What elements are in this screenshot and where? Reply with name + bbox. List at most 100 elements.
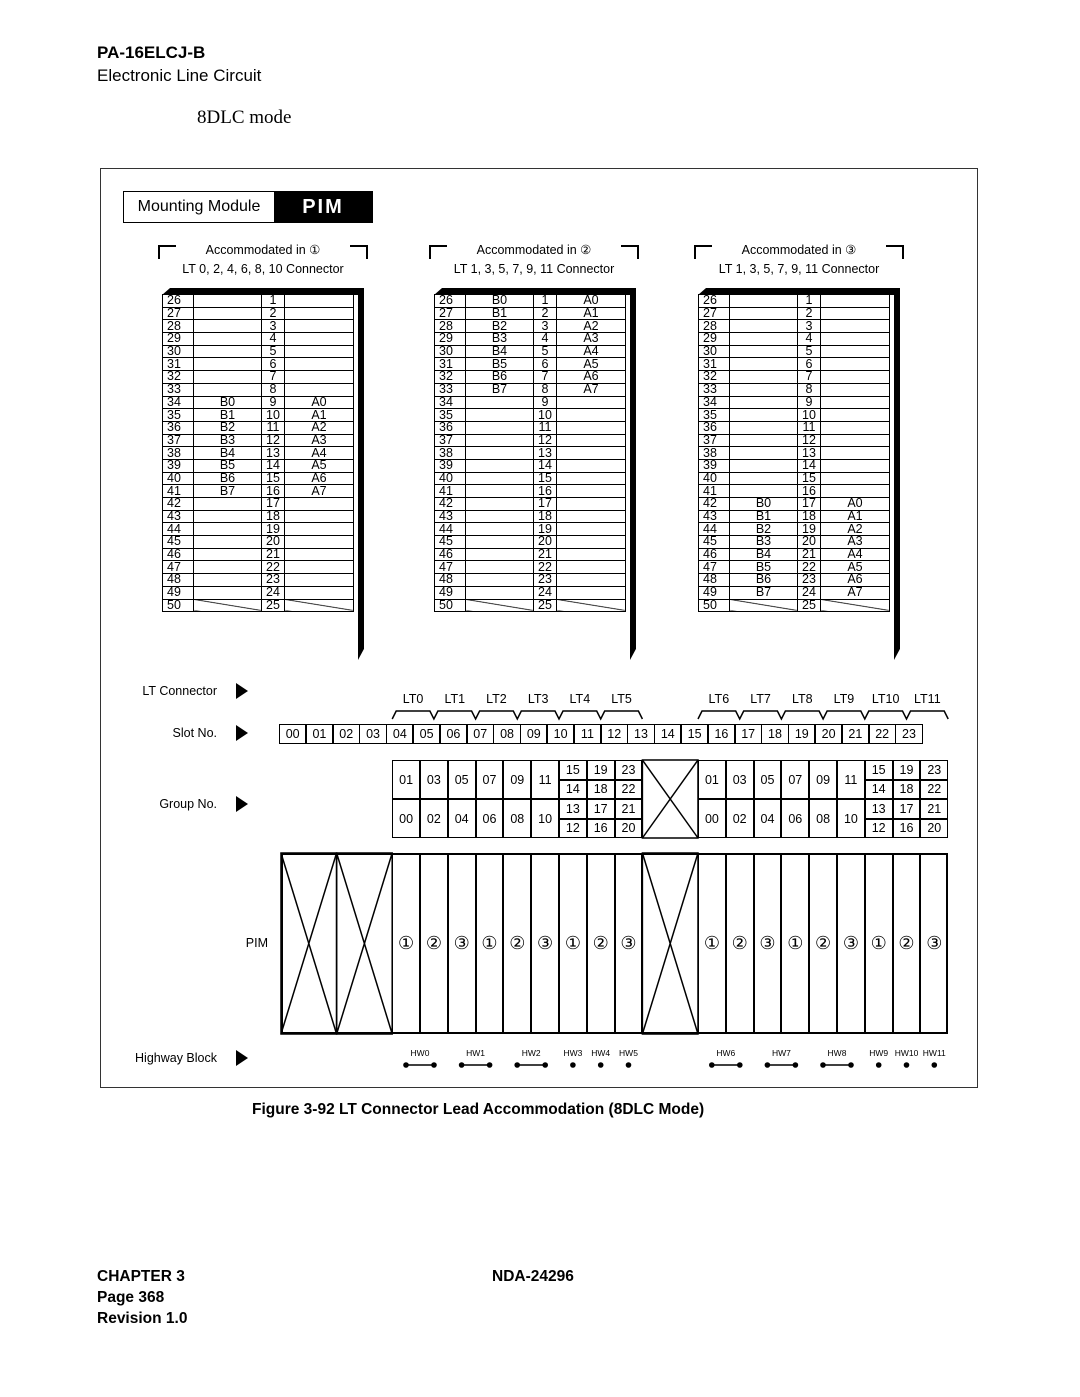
footer-page: Page 368 <box>97 1289 165 1306</box>
group-cell: 07 <box>781 760 810 799</box>
group-cell: 21 <box>920 799 949 819</box>
lt-connector-label: LT1 <box>444 692 466 706</box>
group-cell: 05 <box>753 760 782 799</box>
pim-slot-marker: ③ <box>837 853 865 1034</box>
group-cell: 23 <box>920 760 949 780</box>
footer-doc-number: NDA-24296 <box>492 1268 574 1285</box>
group-cell: 10 <box>837 799 865 838</box>
group-cell: 15 <box>558 760 587 780</box>
group-block: 01 00 03 02 05 04 07 06 09 08 11 10 15 19 23 14 18 22 13 17… <box>392 760 643 838</box>
lt-connector-label: LT3 <box>527 692 549 706</box>
lt-connector-label: LT5 <box>611 692 632 706</box>
group-cell: 02 <box>725 799 754 838</box>
slot-cell: 17 <box>734 724 763 744</box>
pim-slot-marker: ③ <box>753 853 782 1034</box>
pim-slot-marker: ③ <box>920 853 949 1034</box>
group-cell: 06 <box>781 799 810 838</box>
slot-cell: 22 <box>868 724 897 744</box>
group-cell: 22 <box>920 779 949 799</box>
group-cell: 14 <box>558 779 587 799</box>
group-cell: 08 <box>809 799 837 838</box>
slot-cell: 11 <box>573 724 602 744</box>
lt-bracket <box>697 710 949 721</box>
slot-cell: 23 <box>894 724 924 744</box>
slot-cell: 19 <box>787 724 816 744</box>
group-cell: 10 <box>531 799 559 838</box>
slot-cell: 05 <box>412 724 441 744</box>
slot-cell: 01 <box>305 724 334 744</box>
group-cell: 14 <box>864 779 893 799</box>
footer-revision: Revision 1.0 <box>97 1310 188 1327</box>
slot-cell: 14 <box>653 724 682 744</box>
highway-block-row-label: Highway Block <box>135 1051 217 1065</box>
slot-cell: 00 <box>278 724 307 744</box>
slot-cell: 03 <box>358 724 388 744</box>
group-cell: 08 <box>503 799 532 838</box>
slot-cell: 10 <box>546 724 575 744</box>
group-cell: 06 <box>475 799 504 838</box>
slot-cell: 06 <box>439 724 468 744</box>
slot-cell: 02 <box>332 724 361 744</box>
pim-slot-marker: ② <box>503 853 532 1034</box>
pim-slot-marker: ② <box>725 853 754 1034</box>
pim-slot-marker: ③ <box>447 853 476 1034</box>
pim-slot-marker: ② <box>809 853 837 1034</box>
slot-cell: 09 <box>519 724 548 744</box>
highway-label: HW11 <box>922 1048 946 1058</box>
lt-connector-label: LT10 <box>871 692 900 706</box>
slot-number-row: 00 01 02 03 04 05 06 07 08 09 10 11 12 13 14 15 16 17 18 19… <box>278 724 924 744</box>
group-cell: 18 <box>586 779 615 799</box>
pim-slot-marker: ② <box>586 853 615 1034</box>
lt-bracket <box>391 710 644 721</box>
slot-cell: 15 <box>680 724 709 744</box>
group-cell: 13 <box>864 799 893 819</box>
group-cell: 19 <box>586 760 615 780</box>
highway-label: HW7 <box>771 1048 791 1058</box>
slot-cell: 13 <box>626 724 656 744</box>
group-cell: 01 <box>392 760 420 799</box>
slot-cell: 21 <box>841 724 870 744</box>
figure-caption: Figure 3-92 LT Connector Lead Accommodat… <box>252 1101 705 1118</box>
group-cell: 20 <box>920 818 949 838</box>
lt-connector-label: LT0 <box>402 692 424 706</box>
slot-cell: 16 <box>707 724 736 744</box>
group-cell: 12 <box>864 818 893 838</box>
group-cell: 11 <box>837 760 865 799</box>
group-cell: 03 <box>725 760 754 799</box>
group-cell: 04 <box>447 799 476 838</box>
group-cell: 12 <box>558 818 587 838</box>
group-cell: 09 <box>809 760 837 799</box>
pim-slot-marker: ① <box>392 853 420 1034</box>
highway-label: HW1 <box>466 1048 486 1058</box>
group-cell: 04 <box>753 799 782 838</box>
lt-connector-label: LT2 <box>486 692 507 706</box>
group-cell: 02 <box>419 799 448 838</box>
lt-connector-brackets <box>391 710 949 721</box>
group-cell: 00 <box>392 799 420 838</box>
arrow-right-icon <box>236 1050 248 1066</box>
group-block: 01 00 03 02 05 04 07 06 09 08 11 10 15 19 23 14 18 22 13 17… <box>698 760 949 838</box>
slot-cell: 07 <box>466 724 495 744</box>
group-cell: 16 <box>892 818 921 838</box>
group-cell: 21 <box>614 799 643 819</box>
arrow-right-icon <box>236 796 248 812</box>
lt-connector-label: LT4 <box>569 692 591 706</box>
pim-slot-marker: ① <box>559 853 587 1034</box>
footer-chapter: CHAPTER 3 <box>97 1268 185 1285</box>
group-cell: 16 <box>586 818 615 838</box>
highway-label: HW0 <box>410 1048 430 1058</box>
group-cell: 19 <box>892 760 921 780</box>
slot-cell: 18 <box>760 724 790 744</box>
pim-slot-marker: ① <box>781 853 810 1034</box>
group-cell: 00 <box>698 799 726 838</box>
group-cell: 11 <box>531 760 559 799</box>
group-cell: 22 <box>614 779 643 799</box>
group-cell: 20 <box>614 818 643 838</box>
group-cell: 01 <box>698 760 726 799</box>
highway-label: HW6 <box>716 1048 736 1058</box>
group-cell: 07 <box>475 760 504 799</box>
group-cell: 13 <box>558 799 587 819</box>
slot-cell: 20 <box>814 724 843 744</box>
slot-cell: 08 <box>492 724 522 744</box>
group-cell: 18 <box>892 779 921 799</box>
